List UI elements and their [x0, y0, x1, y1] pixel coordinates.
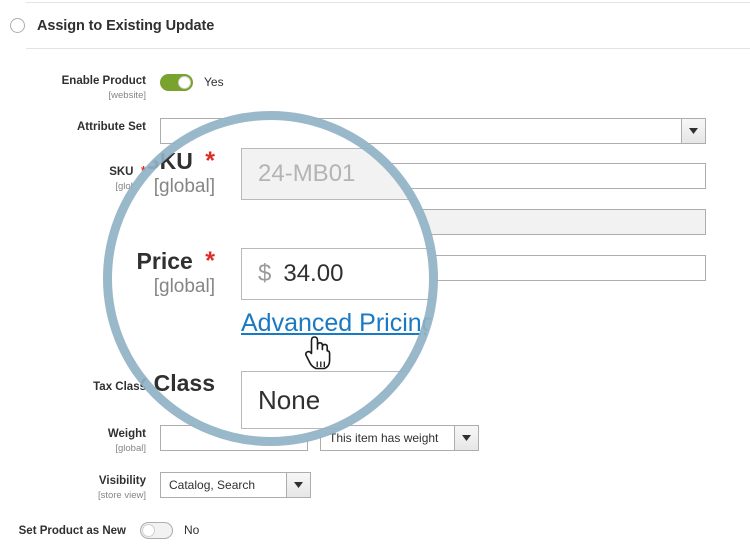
- magnified-tax-class-value[interactable]: None: [241, 371, 436, 429]
- magnified-tax-class-label: Tax Class: [109, 370, 215, 396]
- visibility-row: Visibility [store view] Catalog, Search: [0, 472, 311, 501]
- magnified-price-label-group: Price * [global]: [105, 248, 215, 297]
- magnified-sku-scope: [global]: [105, 177, 215, 197]
- magnified-price-label: Price: [137, 248, 193, 274]
- set-product-as-new-label-group: Set Product as New: [0, 522, 140, 539]
- magnified-price-row: Price * [global] $34.00: [105, 248, 436, 300]
- chevron-down-icon[interactable]: [286, 472, 311, 498]
- weight-label: Weight: [108, 428, 146, 440]
- currency-symbol: $: [258, 260, 271, 287]
- visibility-select[interactable]: Catalog, Search: [160, 472, 311, 498]
- visibility-label-group: Visibility [store view]: [0, 472, 160, 501]
- chevron-down-icon[interactable]: [681, 118, 706, 144]
- enable-product-label: Enable Product: [62, 75, 146, 87]
- enable-product-label-group: Enable Product [website]: [0, 72, 160, 101]
- magnified-sku-label-group: SKU * [global]: [105, 148, 215, 197]
- magnified-tax-class-label-group: Tax Class: [105, 371, 215, 396]
- visibility-label: Visibility: [99, 475, 146, 487]
- magnified-sku-input[interactable]: 24-MB01: [241, 148, 436, 200]
- magnified-sku-row: SKU * [global] 24-MB01: [105, 148, 436, 200]
- magnified-sku-required-star: *: [205, 147, 215, 175]
- set-product-as-new-toggle-value: No: [184, 522, 199, 539]
- magnified-price-scope: [global]: [105, 277, 215, 297]
- set-product-as-new-label: Set Product as New: [19, 525, 126, 537]
- enable-product-row: Enable Product [website] Yes: [0, 72, 224, 101]
- chevron-down-icon[interactable]: [454, 425, 479, 451]
- enable-product-toggle[interactable]: [160, 74, 193, 91]
- magnified-price-input[interactable]: $34.00: [241, 248, 436, 300]
- magnifier-lens: SKU * [global] 24-MB01 Price * [global] …: [105, 113, 436, 444]
- attribute-set-label: Attribute Set: [77, 121, 146, 133]
- magnified-price-value: 34.00: [283, 260, 343, 287]
- magnified-advanced-pricing-link[interactable]: Advanced Pricing: [241, 309, 436, 338]
- enable-product-toggle-value: Yes: [204, 74, 224, 91]
- magnified-sku-label: SKU: [144, 148, 193, 174]
- attribute-set-label-group: Attribute Set: [0, 118, 160, 135]
- visibility-scope: [store view]: [0, 491, 146, 501]
- toggle-knob-icon: [178, 76, 191, 89]
- weight-scope: [global]: [0, 444, 146, 454]
- set-product-as-new-row: Set Product as New No: [0, 522, 199, 539]
- weight-label-group: Weight [global]: [0, 425, 160, 454]
- enable-product-scope: [website]: [0, 91, 146, 101]
- magnified-tax-class-row: Tax Class None: [105, 371, 436, 429]
- magnified-price-required-star: *: [205, 247, 215, 275]
- pointing-hand-cursor-icon: [303, 333, 333, 376]
- toggle-knob-icon: [142, 524, 155, 537]
- set-product-as-new-toggle[interactable]: [140, 522, 173, 539]
